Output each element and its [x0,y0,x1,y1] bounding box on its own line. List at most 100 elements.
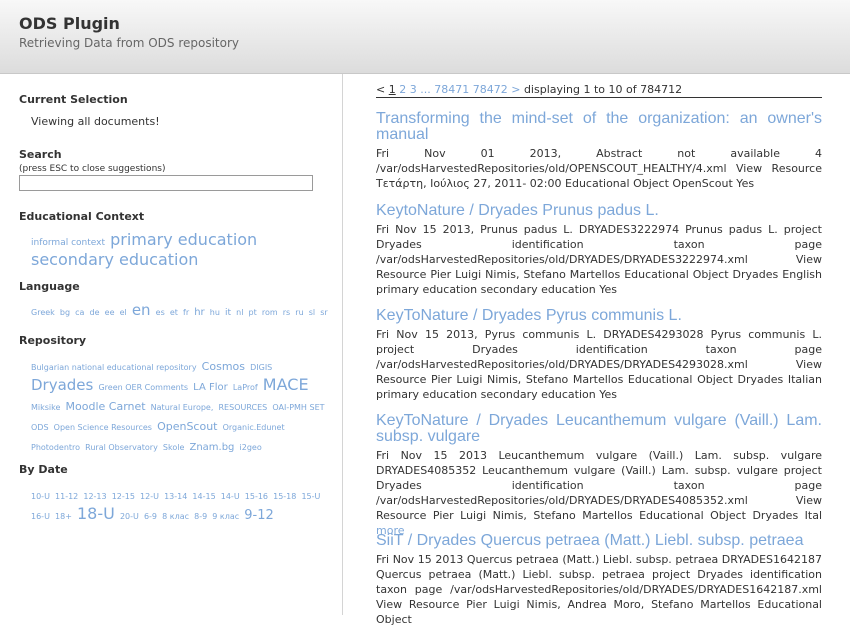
search-heading: Search [19,148,62,161]
language-tag[interactable]: bg [60,308,70,317]
language-tag[interactable]: fr [183,308,189,317]
date-tag[interactable]: 14-15 [192,492,215,501]
repository-tag[interactable]: Skole [163,443,184,452]
pager-page-78472[interactable]: 78472 [473,83,508,96]
date-tag[interactable]: 12-13 [83,492,106,501]
language-tag[interactable]: rom [262,308,278,317]
educational-context-heading: Educational Context [19,210,145,223]
result-title-link[interactable]: KeyToNature / Dryades Leucanthemum vulga… [376,413,822,445]
language-tag[interactable]: rs [283,308,290,317]
pagination: < 1 2 3 ... 78471 78472 > displaying 1 t… [376,83,822,98]
language-tag[interactable]: hu [210,308,220,317]
educational-context-cloud: informal context primary education secon… [31,230,331,270]
language-tag[interactable]: de [90,308,100,317]
result-description-text: Fri Nov 01 2013, Abstract not available … [376,147,822,190]
language-tag[interactable]: sl [309,308,315,317]
date-tag[interactable]: 8-9 [194,512,207,521]
repository-tag[interactable]: Natural Europe, [151,403,214,412]
result-description: Fri Nov 15 2013 Leucanthemum vulgare (Va… [376,448,822,538]
repository-tag[interactable]: DIGIS [250,363,272,372]
repository-tag[interactable]: Miksike [31,403,60,412]
repository-tag[interactable]: Organic.Edunet [223,423,285,432]
date-tag[interactable]: 6-9 [144,512,157,521]
educational-context-tag[interactable]: informal context [31,238,105,248]
language-tag[interactable]: sr [320,308,327,317]
repository-tag[interactable]: Cosmos [202,360,245,373]
result-title-link[interactable]: KeytoNature / Dryades Prunus padus L. [376,203,822,219]
repository-tag[interactable]: i2geo [240,443,262,452]
date-tag[interactable]: 8 клас [162,512,189,521]
result-description: Fri Nov 15 2013 Quercus petraea (Matt.) … [376,552,822,627]
pager-page-78471[interactable]: 78471 [434,83,469,96]
pager-page-1[interactable]: 1 [389,83,396,96]
educational-context-tag[interactable]: secondary education [31,250,198,269]
repository-tag[interactable]: Bulgarian national educational repositor… [31,363,197,372]
repository-tag[interactable]: Znam.bg [189,442,234,453]
date-tag[interactable]: 11-12 [55,492,78,501]
educational-context-tag[interactable]: primary education [110,230,257,249]
date-tag[interactable]: 18+ [55,512,72,521]
repository-tag[interactable]: LA Flor [193,382,228,393]
date-tag[interactable]: 15-16 [245,492,268,501]
current-selection-heading: Current Selection [19,93,128,106]
date-tag[interactable]: 10-U [31,492,50,501]
language-tag[interactable]: ee [105,308,115,317]
repository-tag[interactable]: Green OER Comments [98,383,188,392]
pager-page-2[interactable]: 2 [399,83,406,96]
result-item: KeytoNature / Dryades Prunus padus L. Fr… [376,203,822,297]
date-tag[interactable]: 14-U [221,492,240,501]
date-tag[interactable]: 13-14 [164,492,187,501]
pager-next[interactable]: > [511,83,520,96]
date-tag[interactable]: 16-U [31,512,50,521]
result-title-link[interactable]: KeyToNature / Dryades Pyrus communis L. [376,308,822,324]
repository-tag[interactable]: Rural Observatory [85,443,158,452]
result-title-link[interactable]: SiiT / Dryades Quercus petraea (Matt.) L… [376,533,822,549]
language-tag[interactable]: el [120,308,127,317]
repository-tag[interactable]: RESOURCES [219,403,268,412]
language-tag[interactable]: it [225,308,231,318]
current-selection-text: Viewing all documents! [31,115,160,128]
search-input[interactable] [19,175,313,191]
repository-tag[interactable]: OpenScout [157,420,217,433]
result-item: KeyToNature / Dryades Leucanthemum vulga… [376,413,822,538]
date-tag[interactable]: 18-U [77,504,115,523]
result-title-link[interactable]: Transforming the mind-set of the organiz… [376,111,822,143]
date-tag[interactable]: 9 клас [212,512,239,521]
language-tag[interactable]: ru [295,308,303,317]
repository-tag[interactable]: LaProf [233,383,258,392]
repository-tag[interactable]: Open Science Resources [54,423,152,432]
language-tag[interactable]: en [132,301,151,319]
app-title: ODS Plugin [19,14,120,33]
language-tag[interactable]: hr [194,307,204,318]
language-tag[interactable]: pt [249,308,257,317]
result-description-text: Fri Nov 15 2013, Pyrus communis L. DRYAD… [376,328,822,401]
language-tag[interactable]: Greek [31,308,55,317]
language-tag[interactable]: et [170,308,178,317]
date-tag[interactable]: 15-18 [273,492,296,501]
result-description-text: Fri Nov 15 2013 Quercus petraea (Matt.) … [376,553,822,626]
repository-tag[interactable]: MACE [263,375,309,394]
date-tag[interactable]: 20-U [120,512,139,521]
app-subtitle: Retrieving Data from ODS repository [19,36,240,50]
pager-page-3[interactable]: 3 [410,83,417,96]
result-description: Fri Nov 15 2013, Pyrus communis L. DRYAD… [376,327,822,402]
language-tag[interactable]: es [156,308,165,317]
language-heading: Language [19,280,80,293]
repository-tag[interactable]: Moodle Carnet [66,400,146,413]
date-tag[interactable]: 15-U [301,492,320,501]
date-tag[interactable]: 12-15 [112,492,135,501]
repository-tag[interactable]: Dryades [31,376,93,394]
result-item: SiiT / Dryades Quercus petraea (Matt.) L… [376,533,822,627]
date-tag[interactable]: 9-12 [244,508,274,523]
language-tag[interactable]: nl [236,308,243,317]
repository-cloud: Bulgarian national educational repositor… [31,355,331,455]
date-tag[interactable]: 12-U [140,492,159,501]
facet-sidebar: Current Selection Viewing all documents!… [0,74,343,615]
pager-ellipsis[interactable]: ... [420,83,431,96]
result-description-text: Fri Nov 15 2013 Leucanthemum vulgare (Va… [376,449,822,522]
language-tag[interactable]: ca [75,308,84,317]
result-description: Fri Nov 15 2013, Prunus padus L. DRYADES… [376,222,822,297]
result-item: Transforming the mind-set of the organiz… [376,111,822,191]
pager-prev[interactable]: < [376,83,385,96]
repository-tag[interactable]: Photodentro [31,443,80,452]
